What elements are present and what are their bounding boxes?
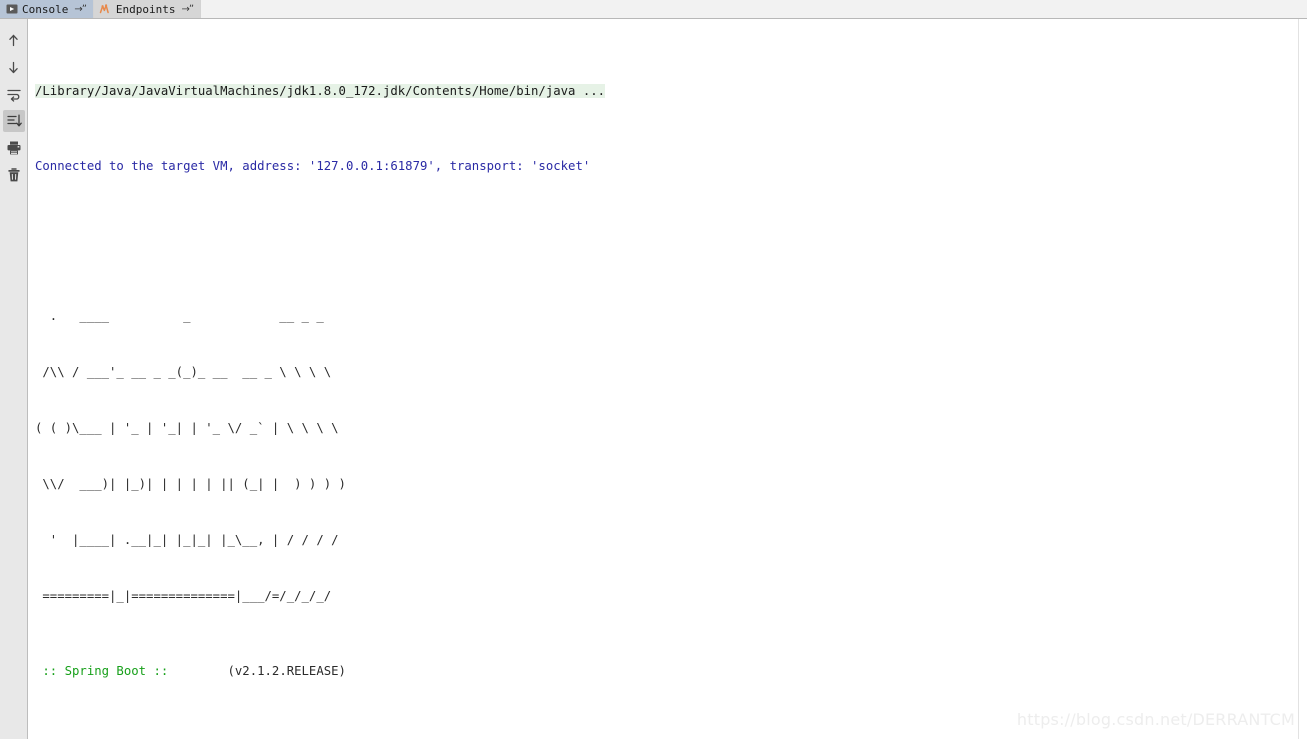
banner-footer-dots — [176, 664, 228, 678]
down-arrow-icon[interactable] — [3, 56, 25, 78]
console-play-icon — [5, 3, 18, 16]
console-line-spacer-1 — [35, 232, 1298, 250]
tab-console-pin-icon[interactable]: →ˮ — [74, 4, 86, 15]
spring-boot-version: (v2.1.2.RELEASE) — [228, 664, 346, 678]
console-line-connected: Connected to the target VM, address: '12… — [35, 157, 1298, 175]
ide-run-console-window: Console →ˮ Endpoints →ˮ — [0, 0, 1307, 739]
trash-icon[interactable] — [3, 164, 25, 186]
banner-line-3: \\/ ___)| |_)| | | | | || (_| | ) ) ) ) — [35, 475, 1298, 493]
tab-endpoints[interactable]: Endpoints →ˮ — [94, 0, 201, 18]
console-output-area[interactable]: /Library/Java/JavaVirtualMachines/jdk1.8… — [29, 19, 1298, 739]
console-side-toolbar — [0, 19, 28, 739]
endpoints-icon — [99, 3, 112, 16]
spring-boot-label: :: Spring Boot :: — [35, 664, 176, 678]
soft-wrap-icon[interactable] — [3, 83, 25, 105]
tab-endpoints-label: Endpoints — [116, 3, 176, 16]
console-text-content: /Library/Java/JavaVirtualMachines/jdk1.8… — [29, 19, 1298, 739]
tabbar-empty-space — [201, 0, 1307, 18]
banner-line-5: =========|_|==============|___/=/_/_/_/ — [35, 587, 1298, 605]
banner-footer-line: :: Spring Boot :: (v2.1.2.RELEASE) — [35, 662, 1298, 680]
console-line-command: /Library/Java/JavaVirtualMachines/jdk1.8… — [35, 82, 1298, 100]
up-arrow-icon[interactable] — [3, 29, 25, 51]
banner-line-4: ' |____| .__|_| |_|_| |_\__, | / / / / — [35, 531, 1298, 549]
connected-text: Connected to the target VM, address: '12… — [35, 159, 590, 173]
banner-line-2: ( ( )\___ | '_ | '_| | '_ \/ _` | \ \ \ … — [35, 419, 1298, 437]
print-icon[interactable] — [3, 137, 25, 159]
java-command-text: /Library/Java/JavaVirtualMachines/jdk1.8… — [35, 84, 605, 98]
tab-endpoints-pin-icon[interactable]: →ˮ — [182, 4, 194, 15]
banner-line-0: . ____ _ __ _ _ — [35, 307, 1298, 325]
banner-line-1: /\\ / ___'_ __ _ _(_)_ __ __ _ \ \ \ \ — [35, 363, 1298, 381]
tool-window-tabbar: Console →ˮ Endpoints →ˮ — [0, 0, 1307, 19]
tab-console[interactable]: Console →ˮ — [0, 0, 94, 18]
scroll-to-end-icon[interactable] — [3, 110, 25, 132]
console-right-gutter — [1298, 19, 1307, 739]
tab-console-label: Console — [22, 3, 68, 16]
